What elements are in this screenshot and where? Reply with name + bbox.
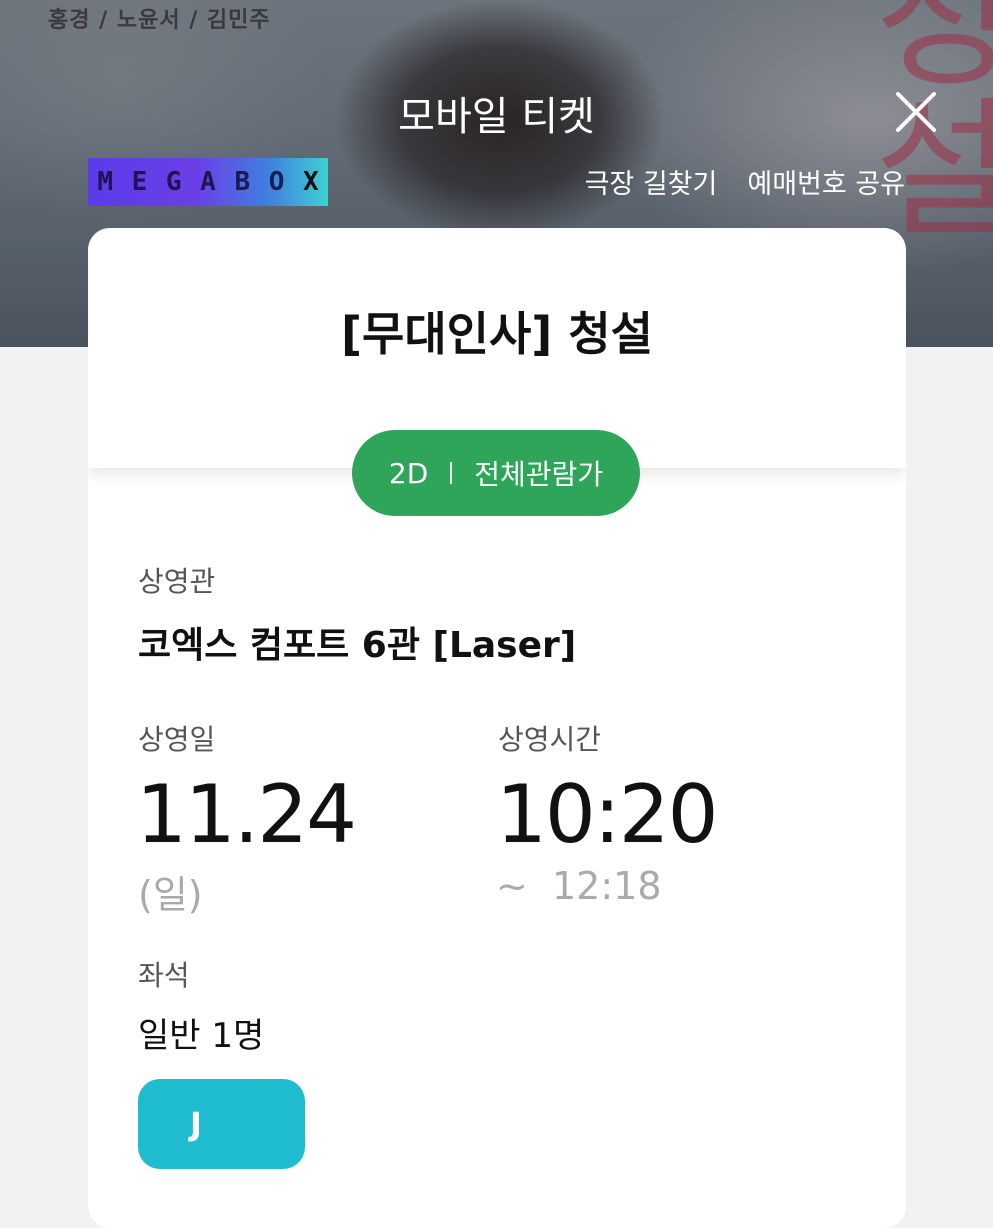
close-button[interactable] bbox=[892, 88, 940, 136]
theater-value: 코엑스 컴포트 6관 [Laser] bbox=[138, 625, 577, 666]
theater-label: 상영관 bbox=[138, 565, 216, 598]
start-time: 10:20 bbox=[496, 768, 719, 861]
share-booking-number-link[interactable]: 예매번호 공유 bbox=[747, 162, 905, 201]
time-label: 상영시간 bbox=[498, 723, 602, 756]
theater-directions-link[interactable]: 극장 길찾기 bbox=[585, 162, 718, 201]
rating-label: 전체관람가 bbox=[474, 458, 604, 491]
logo-letter: G bbox=[165, 167, 182, 197]
date-value: 11.24 bbox=[136, 768, 357, 861]
day-of-week: (일) bbox=[138, 873, 203, 917]
megabox-logo: M E G A B O X bbox=[88, 158, 328, 206]
logo-letter: A bbox=[200, 167, 216, 197]
divider bbox=[450, 462, 453, 484]
format-rating-badge: 2D 전체관람가 bbox=[352, 430, 640, 516]
format-label: 2D bbox=[388, 456, 429, 490]
seat-row-chip: J bbox=[138, 1079, 305, 1169]
logo-letter: X bbox=[303, 167, 319, 197]
seat-value: 일반 1명 bbox=[138, 1016, 265, 1056]
end-time: ~ 12:18 bbox=[496, 864, 662, 908]
movie-title: [무대인사] 청설 bbox=[341, 307, 653, 361]
ticket-card: [무대인사] 청설 2D 전체관람가 상영관 코엑스 컴포트 6관 [Laser… bbox=[88, 228, 906, 1228]
header-links: 극장 길찾기 예매번호 공유 bbox=[585, 162, 905, 201]
page-title: 모바일 티켓 bbox=[398, 94, 595, 140]
date-label: 상영일 bbox=[138, 723, 216, 756]
seat-label: 좌석 bbox=[138, 959, 190, 992]
logo-letter: B bbox=[234, 167, 251, 197]
logo-letter: E bbox=[131, 167, 148, 197]
close-icon[interactable] bbox=[892, 88, 940, 136]
logo-letter: O bbox=[268, 167, 285, 197]
logo-letter: M bbox=[97, 167, 113, 197]
